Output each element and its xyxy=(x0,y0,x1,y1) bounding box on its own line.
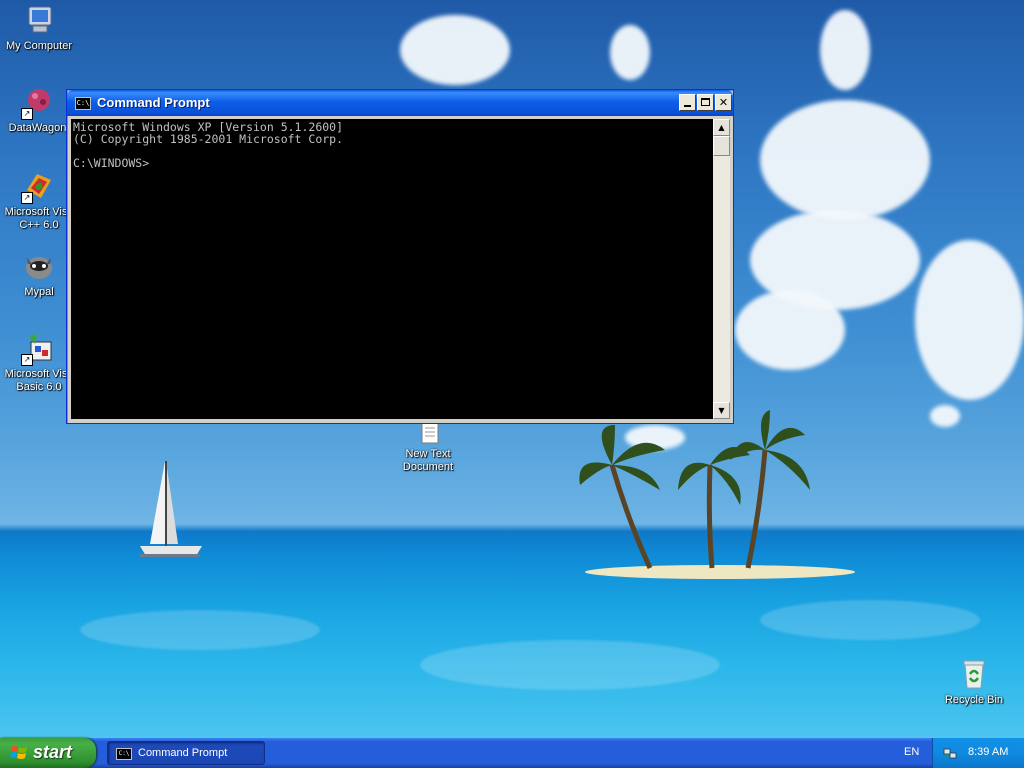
desktop-icon-my-computer[interactable]: My Computer xyxy=(0,4,78,53)
console-prompt-line: C:\WINDOWS> xyxy=(73,156,150,170)
sea-ripple xyxy=(760,600,980,640)
command-prompt-icon[interactable]: C:\ xyxy=(75,97,91,110)
desktop-icon-label: Recycle Bin xyxy=(944,694,1004,706)
maximize-icon xyxy=(701,98,710,106)
text-document-icon xyxy=(412,422,444,444)
vertical-scrollbar[interactable]: ▲ ▼ xyxy=(713,119,730,419)
close-icon: ✕ xyxy=(718,96,729,109)
console-output[interactable]: Microsoft Windows XP [Version 5.1.2600](… xyxy=(71,119,713,419)
taskbar-item-command-prompt[interactable]: C:\ Command Prompt xyxy=(107,741,265,765)
start-label: start xyxy=(33,742,73,762)
network-icon[interactable] xyxy=(943,746,957,760)
window-titlebar[interactable]: C:\ Command Prompt ✕ xyxy=(67,90,733,116)
desktop-icon-label: DataWagon. xyxy=(8,122,70,134)
close-button[interactable]: ✕ xyxy=(715,94,732,111)
taskbar: start C:\ Command Prompt EN 8:39 AM xyxy=(0,738,1024,768)
cloud xyxy=(820,10,870,90)
desktop-icon-recycle-bin[interactable]: Recycle Bin xyxy=(935,658,1013,707)
desktop: My Computer ↗ DataWagon. ↗ Microsoft Vis… xyxy=(0,0,1024,738)
start-button[interactable]: start xyxy=(0,738,96,768)
shortcut-arrow-icon: ↗ xyxy=(21,108,33,120)
command-prompt-icon: C:\ xyxy=(116,748,132,760)
taskbar-item-label: Command Prompt xyxy=(138,747,228,759)
cloud xyxy=(915,240,1024,400)
scrollbar-thumb[interactable] xyxy=(713,136,730,156)
palm-island xyxy=(579,410,855,579)
windows-logo-icon xyxy=(10,746,27,759)
cloud xyxy=(930,405,960,427)
sailboat xyxy=(140,461,202,557)
down-arrow-icon: ▼ xyxy=(718,406,725,415)
desktop-icon-label: New Text Document xyxy=(402,448,454,473)
cloud xyxy=(760,100,930,220)
visual-basic-icon: ↗ xyxy=(21,332,55,366)
scroll-up-button[interactable]: ▲ xyxy=(713,119,730,136)
shortcut-arrow-icon: ↗ xyxy=(21,354,33,366)
cloud xyxy=(610,25,650,80)
minimize-button[interactable] xyxy=(679,94,696,111)
clock[interactable]: 8:39 AM xyxy=(968,746,1008,758)
sea-ripple xyxy=(80,610,320,650)
cloud xyxy=(735,290,845,370)
window-title: Command Prompt xyxy=(97,95,210,110)
console-line: (C) Copyright 1985-2001 Microsoft Corp. xyxy=(73,132,344,146)
desktop-icon-label: My Computer xyxy=(5,40,73,52)
system-tray: 8:39 AM xyxy=(932,738,1024,768)
desktop-icon-label: Microsoft Visu C++ 6.0 xyxy=(4,206,74,231)
cloud xyxy=(400,15,510,85)
command-prompt-window[interactable]: C:\ Command Prompt ✕ Microsoft Windows X… xyxy=(66,89,734,424)
desktop-icon-new-text-document[interactable]: New Text Document xyxy=(389,422,467,474)
sea-ripple xyxy=(420,640,720,690)
mypal-icon xyxy=(23,250,55,282)
maximize-button[interactable] xyxy=(697,94,714,111)
my-computer-icon xyxy=(23,4,55,36)
shortcut-arrow-icon: ↗ xyxy=(21,192,33,204)
datawagon-icon: ↗ xyxy=(21,86,55,120)
scroll-down-button[interactable]: ▼ xyxy=(713,402,730,419)
desktop-icon-label: Microsoft Visu Basic 6.0 xyxy=(4,368,74,393)
up-arrow-icon: ▲ xyxy=(718,123,725,132)
language-indicator[interactable]: EN xyxy=(904,746,919,758)
visual-cpp-icon: ↗ xyxy=(21,170,55,204)
desktop-icon-label: Mypal xyxy=(24,286,54,298)
recycle-bin-icon xyxy=(958,658,990,690)
minimize-icon xyxy=(684,105,691,107)
